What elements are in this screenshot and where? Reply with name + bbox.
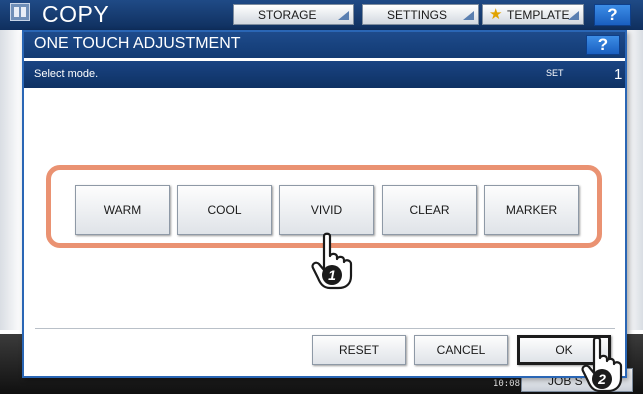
corner-arrow-icon xyxy=(338,11,349,20)
mode-button-vivid[interactable]: VIVID xyxy=(279,185,374,235)
corner-arrow-icon xyxy=(568,11,579,20)
mode-button-warm[interactable]: WARM xyxy=(75,185,170,235)
clock-time: 10:08 xyxy=(492,379,520,389)
star-icon: ★ xyxy=(489,6,503,23)
template-button-label: TEMPLATE xyxy=(507,7,570,22)
template-button[interactable]: ★ TEMPLATE xyxy=(482,4,584,25)
reset-button[interactable]: RESET xyxy=(312,335,406,365)
step-1-number: 1 xyxy=(328,267,336,283)
set-count: 1 xyxy=(614,66,623,83)
dialog-help-button[interactable]: ? xyxy=(586,35,620,55)
storage-button-label: STORAGE xyxy=(258,7,317,22)
divider xyxy=(35,328,615,329)
copy-icon xyxy=(10,3,30,21)
mode-button-marker[interactable]: MARKER xyxy=(484,185,579,235)
cancel-button[interactable]: CANCEL xyxy=(414,335,508,365)
dialog-title-bar: ONE TOUCH ADJUSTMENT ? xyxy=(24,32,625,58)
settings-button[interactable]: SETTINGS xyxy=(362,4,479,25)
step-2-number: 2 xyxy=(597,371,606,387)
set-label: SET xyxy=(546,68,564,78)
mode-button-cool[interactable]: COOL xyxy=(177,185,272,235)
background-panel-right xyxy=(625,30,643,330)
copy-header-bar: COPY STORAGE SETTINGS ★ TEMPLATE ? xyxy=(0,0,643,30)
app-title: COPY xyxy=(42,1,110,27)
background-panel-left xyxy=(0,30,22,330)
instruction-text: Select mode. xyxy=(34,68,99,80)
dialog-title: ONE TOUCH ADJUSTMENT xyxy=(34,35,241,52)
pointing-hand-icon-step-1: 1 xyxy=(311,232,353,290)
mode-button-clear[interactable]: CLEAR xyxy=(382,185,477,235)
pointing-hand-icon-step-2: 2 xyxy=(581,336,623,393)
storage-button[interactable]: STORAGE xyxy=(233,4,354,25)
one-touch-adjustment-dialog: ONE TOUCH ADJUSTMENT ? Select mode. SET … xyxy=(22,30,627,378)
instruction-bar: Select mode. SET 1 xyxy=(24,61,625,88)
help-button[interactable]: ? xyxy=(594,4,631,26)
settings-button-label: SETTINGS xyxy=(387,7,448,22)
corner-arrow-icon xyxy=(463,11,474,20)
